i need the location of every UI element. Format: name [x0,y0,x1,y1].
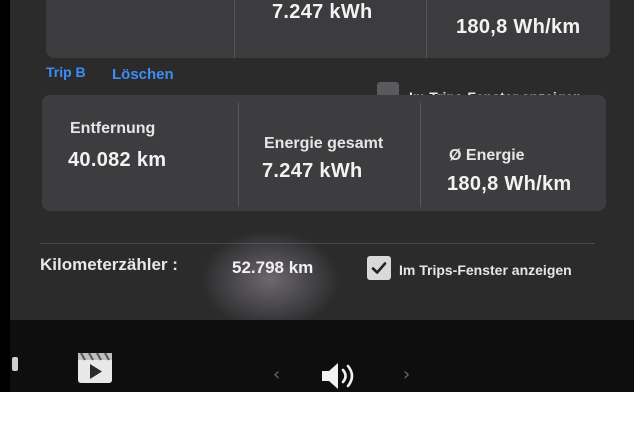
previous-chevron-icon[interactable]: ‹ [273,364,280,385]
speaker-icon [322,363,354,389]
trip-a-panel: 7.247 kWh 180,8 Wh/km [46,0,610,58]
photo-border-bottom [0,392,644,421]
energy-total-value: 7.247 kWh [262,160,363,182]
clapperboard-icon [78,352,112,379]
trip-a-energy-value: 7.247 kWh [272,1,373,23]
photo-border-right [634,0,644,392]
screen-glare [200,230,340,330]
odometer-show-in-trips-label: Im Trips-Fenster anzeigen [399,262,572,278]
panel-divider [420,103,421,207]
panel-divider [238,103,239,207]
energy-total-label: Energie gesamt [264,135,384,152]
media-player-icon[interactable] [78,352,112,383]
odometer-show-in-trips-checkbox[interactable] [367,256,391,280]
panel-divider [234,0,235,58]
trip-screen: 7.247 kWh 180,8 Wh/km Trip B Löschen Im … [10,0,644,392]
distance-value: 40.082 km [68,149,167,171]
bottom-dock: ‹ › [10,320,644,392]
next-chevron-icon[interactable]: › [403,364,410,385]
avg-energy-value: 180,8 Wh/km [447,173,572,195]
distance-label: Entfernung [70,120,156,137]
volume-icon[interactable] [318,360,364,392]
section-divider [40,243,595,244]
trip-a-avg-value: 180,8 Wh/km [456,16,581,38]
trip-b-title: Trip B [46,64,86,80]
odometer-label: Kilometerzähler : [40,255,178,274]
checkmark-icon [371,262,387,274]
avg-energy-label: Ø Energie [449,147,525,164]
clear-trip-b-button[interactable]: Löschen [112,66,174,83]
trip-b-panel: Entfernung 40.082 km Energie gesamt 7.24… [42,95,606,211]
odometer-value: 52.798 km [232,258,314,277]
dock-indicator [12,357,18,371]
panel-divider [426,0,427,58]
